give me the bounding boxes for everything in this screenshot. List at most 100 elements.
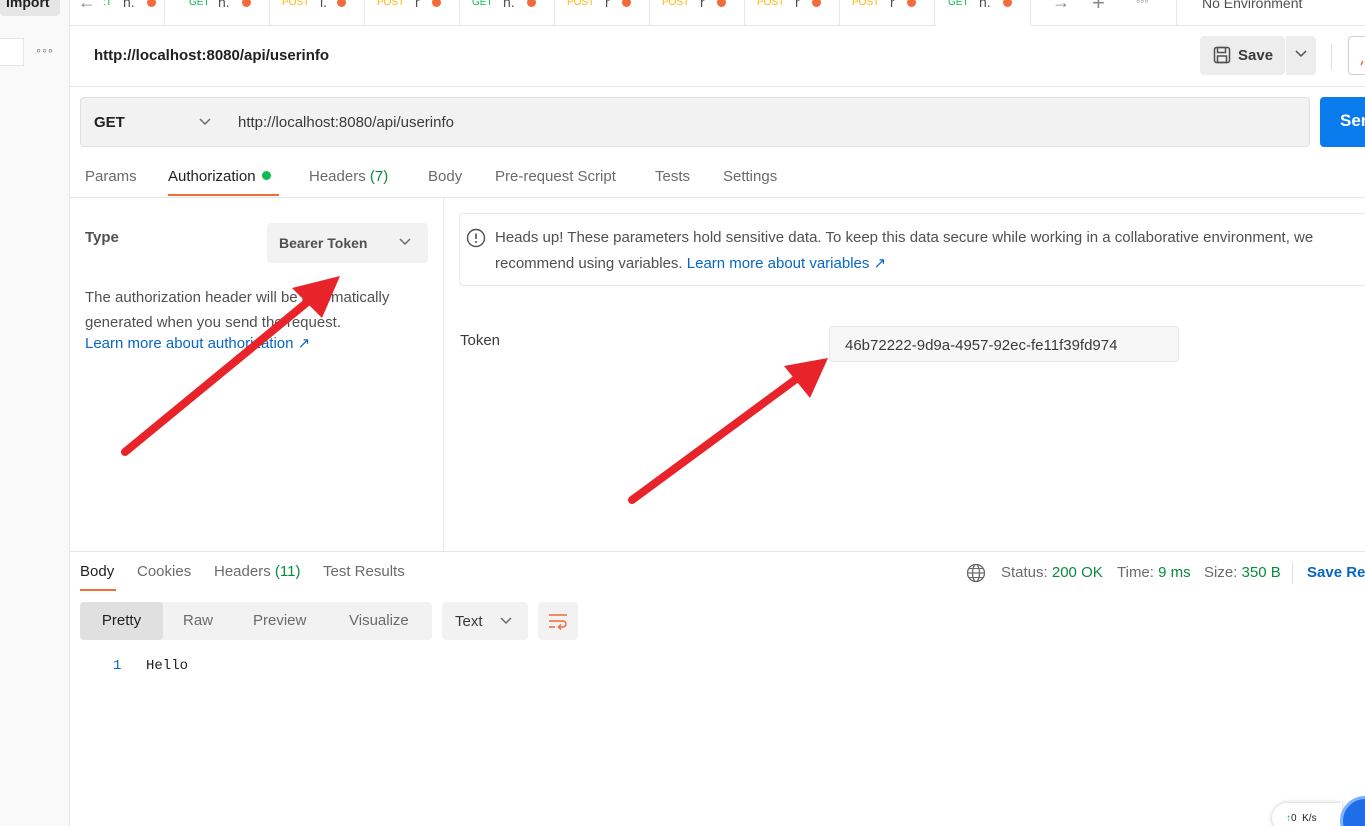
tab-method: POST — [567, 0, 595, 8]
pane-divider[interactable] — [443, 198, 444, 551]
chevron-down-icon — [1295, 50, 1307, 58]
tab-prerequest-script[interactable]: Pre-request Script — [495, 168, 616, 185]
network-speed-widget: ↑0 K/s — [1272, 803, 1342, 826]
response-type-value: Text — [455, 613, 483, 630]
unsaved-dot-icon — [432, 0, 441, 7]
tab-label: Headers — [214, 563, 271, 580]
tab-method: POST — [377, 0, 405, 8]
method-select[interactable]: GET — [80, 97, 225, 147]
tab-title: r — [795, 0, 800, 10]
format-tabs: Pretty Raw Preview Visualize — [80, 602, 432, 640]
tab-method: POST — [282, 0, 310, 8]
tab-title: r — [700, 0, 705, 10]
status-label: Status: — [1001, 564, 1048, 581]
tab-authorization[interactable]: Authorization — [168, 168, 271, 185]
request-tab[interactable]: GET h. — [175, 0, 270, 26]
token-label: Token — [460, 332, 501, 349]
globe-icon[interactable] — [966, 563, 986, 583]
tab-params[interactable]: Params — [85, 168, 137, 185]
tab-label: Headers — [309, 168, 366, 185]
save-options-button[interactable] — [1286, 36, 1316, 75]
request-tab[interactable]: POST r — [555, 0, 650, 26]
import-button[interactable]: Import — [0, 0, 60, 16]
save-response-button[interactable]: Save Response — [1307, 564, 1365, 581]
divider[interactable] — [70, 551, 1365, 552]
annotation-arrow — [628, 358, 828, 504]
format-visualize[interactable]: Visualize — [349, 602, 409, 640]
time-value: 9 ms — [1158, 564, 1191, 581]
request-tab[interactable]: POST r — [840, 0, 935, 26]
unsaved-dot-icon — [1003, 0, 1012, 7]
response-type-select[interactable]: Text — [442, 602, 528, 640]
chevron-down-icon — [500, 617, 512, 625]
format-preview[interactable]: Preview — [253, 602, 306, 640]
tab-method: :T — [103, 0, 112, 8]
tab-settings[interactable]: Settings — [723, 168, 777, 185]
request-tab[interactable]: ← :T h. — [70, 0, 165, 26]
response-tab-test-results[interactable]: Test Results — [323, 563, 405, 580]
method-label: GET — [94, 114, 125, 131]
sidebar-more-icon[interactable]: ◦◦◦ — [36, 42, 54, 58]
tab-headers[interactable]: Headers (7) — [309, 168, 388, 185]
auth-type-value: Bearer Token — [279, 235, 368, 251]
tab-body[interactable]: Body — [428, 168, 462, 185]
headers-count: (11) — [274, 563, 301, 580]
response-tab-body[interactable]: Body — [80, 563, 114, 580]
request-tab-active[interactable]: GET h. — [936, 0, 1031, 26]
tab-method: GET — [948, 0, 969, 8]
request-tab[interactable]: POST r — [650, 0, 745, 26]
learn-more-variables-link[interactable]: Learn more about variables ↗ — [687, 255, 886, 272]
send-label: Send — [1340, 111, 1365, 130]
scroll-right-icon[interactable]: → — [1052, 0, 1070, 13]
tab-tests[interactable]: Tests — [655, 168, 690, 185]
save-button[interactable]: Save — [1200, 36, 1285, 75]
line-number: 1 — [113, 658, 122, 674]
response-body-line[interactable]: Hello — [146, 658, 188, 674]
size-value: 350 B — [1241, 564, 1281, 581]
wrap-lines-button[interactable] — [538, 602, 578, 640]
format-pretty[interactable]: Pretty — [80, 602, 163, 640]
response-time[interactable]: Time: 9 ms — [1117, 564, 1191, 581]
floating-assistant-icon[interactable] — [1340, 796, 1365, 826]
auth-description: The authorization header will be automat… — [85, 289, 390, 331]
response-status[interactable]: Status: 200 OK — [1001, 564, 1103, 581]
request-tab[interactable]: POST r — [365, 0, 460, 26]
scroll-left-icon[interactable]: ← — [78, 0, 96, 13]
response-size[interactable]: Size: 350 B — [1204, 564, 1281, 581]
pencil-icon — [1360, 60, 1364, 66]
tab-title: r — [605, 0, 610, 10]
unsaved-dot-icon — [812, 0, 821, 7]
format-raw[interactable]: Raw — [183, 602, 213, 640]
chevron-down-icon — [399, 238, 411, 246]
response-tab-cookies[interactable]: Cookies — [137, 563, 191, 580]
new-tab-icon[interactable]: + — [1092, 0, 1105, 16]
request-tabs-bar: ← :T h. GET h. POST l. POST r GET h. POS… — [70, 0, 1365, 26]
request-tab[interactable]: POST l. — [270, 0, 365, 26]
response-tab-headers[interactable]: Headers (11) — [214, 563, 300, 580]
share-button[interactable] — [1348, 36, 1365, 75]
tab-label: Authorization — [168, 168, 256, 185]
send-button[interactable]: Send — [1320, 97, 1365, 147]
tab-title: h. — [503, 0, 515, 10]
notice-text: Heads up! These parameters hold sensitiv… — [495, 229, 1314, 246]
tabs-more-icon[interactable]: ◦◦◦ — [1136, 0, 1149, 8]
url-input[interactable]: http://localhost:8080/api/userinfo — [224, 97, 1310, 147]
divider — [70, 86, 1365, 87]
tab-title: h. — [218, 0, 230, 10]
request-tab[interactable]: POST r — [745, 0, 840, 26]
active-tab-indicator — [168, 194, 279, 196]
token-input[interactable]: 46b72222-9d9a-4957-92ec-fe11f39fd974 — [829, 326, 1179, 362]
save-icon — [1213, 46, 1231, 64]
learn-more-authorization-link[interactable]: Learn more about authorization ↗ — [85, 334, 310, 352]
sidebar-filter-input[interactable] — [0, 38, 24, 66]
unsaved-dot-icon — [527, 0, 536, 7]
notice-text-line2: recommend using variables. Learn more ab… — [495, 254, 886, 272]
chevron-down-icon — [199, 118, 211, 126]
environment-selector[interactable]: No Environment — [1202, 0, 1302, 11]
request-title[interactable]: http://localhost:8080/api/userinfo — [94, 47, 329, 64]
request-tab[interactable]: GET h. — [460, 0, 555, 26]
status-value: 200 OK — [1051, 564, 1103, 581]
token-value: 46b72222-9d9a-4957-92ec-fe11f39fd974 — [845, 337, 1118, 354]
tab-method: POST — [662, 0, 690, 8]
auth-type-select[interactable]: Bearer Token — [267, 223, 428, 263]
